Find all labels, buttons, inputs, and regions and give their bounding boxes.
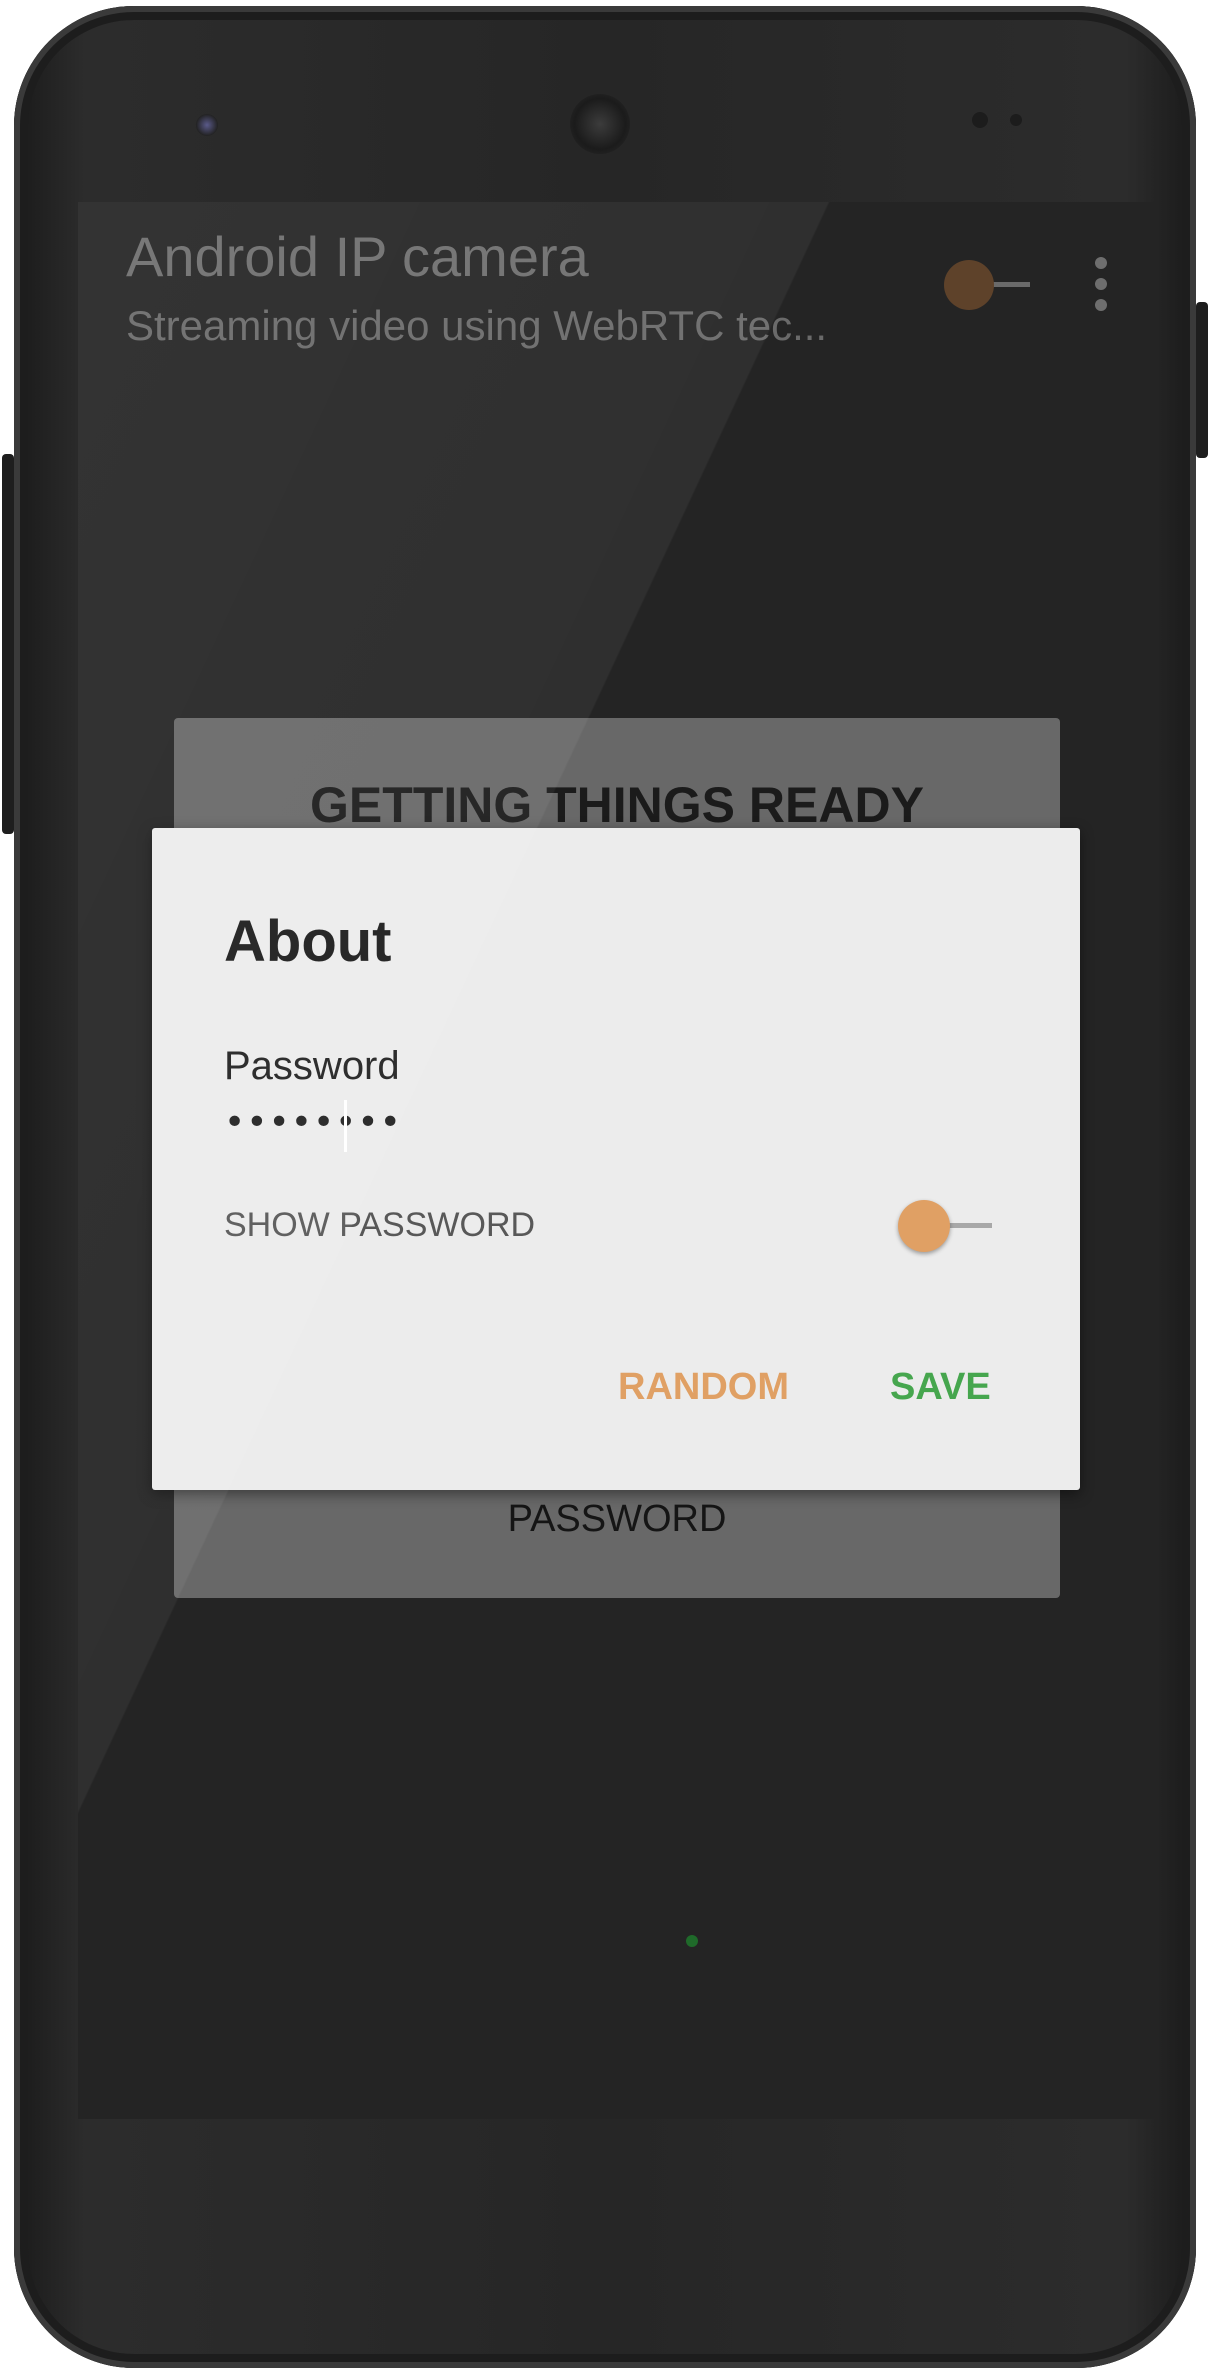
show-password-label: SHOW PASSWORD bbox=[224, 1206, 536, 1244]
phone-screen: Android IP camera Streaming video using … bbox=[78, 202, 1158, 2119]
action-bar: Android IP camera Streaming video using … bbox=[78, 202, 1158, 372]
random-button[interactable]: RANDOM bbox=[618, 1366, 789, 1409]
password-input[interactable]: •••••••• bbox=[224, 1100, 1004, 1156]
power-button bbox=[1196, 302, 1208, 458]
light-sensor-icon bbox=[1010, 114, 1022, 126]
status-led-indicator bbox=[686, 1935, 698, 1947]
show-password-knob bbox=[898, 1200, 950, 1252]
earpiece-speaker-icon bbox=[570, 94, 630, 154]
app-title: Android IP camera bbox=[126, 225, 589, 288]
dialog-title: About bbox=[224, 909, 392, 974]
password-label: Password bbox=[224, 1044, 400, 1088]
getting-ready-title: GETTING THINGS READY bbox=[310, 777, 924, 833]
front-camera-icon bbox=[196, 114, 218, 136]
show-password-switch[interactable] bbox=[898, 1198, 998, 1254]
stream-toggle-knob bbox=[944, 260, 994, 310]
password-button[interactable]: PASSWORD bbox=[174, 1498, 1060, 1541]
about-dialog: About Password •••••••• SHOW PASSWORD RA… bbox=[152, 828, 1080, 1490]
stream-toggle-switch[interactable] bbox=[944, 260, 1044, 310]
app-subtitle: Streaming video using WebRTC tec... bbox=[126, 302, 828, 349]
password-value: •••••••• bbox=[224, 1102, 402, 1143]
overflow-menu-icon[interactable] bbox=[1086, 257, 1116, 317]
save-button[interactable]: SAVE bbox=[890, 1366, 991, 1409]
text-caret bbox=[344, 1100, 347, 1152]
volume-button bbox=[2, 454, 14, 834]
phone-device-frame: Android IP camera Streaming video using … bbox=[14, 6, 1196, 2368]
proximity-sensor-icon bbox=[972, 112, 988, 128]
